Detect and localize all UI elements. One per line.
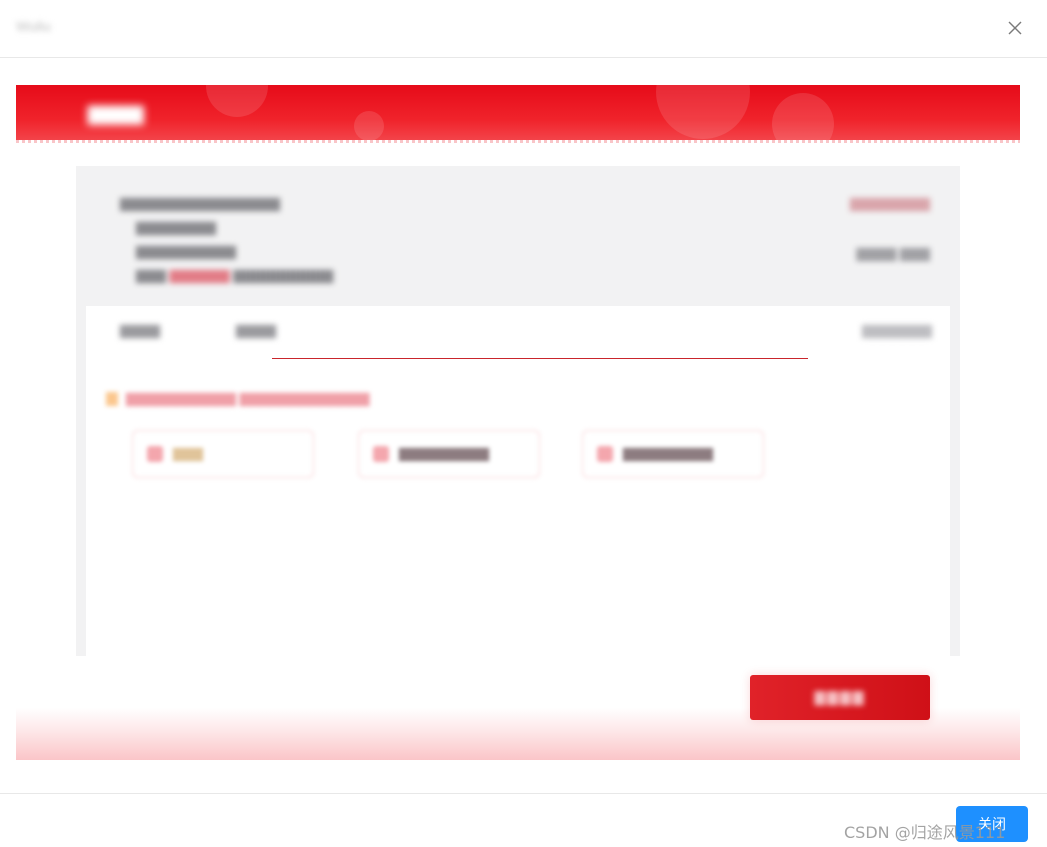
header-banner: ▇▇▇▇ (16, 85, 1020, 143)
dialog-header: Wuliu (0, 0, 1047, 58)
order-info-text: ▇▇▇ (136, 268, 166, 283)
payment-tabs-card: ▇▇▇▇ ▇▇▇▇ ▇▇▇▇▇▇▇ ▇▇▇▇▇▇▇▇▇▇▇ ▇▇▇▇▇▇▇▇▇▇… (86, 306, 950, 656)
dialog-body: ▇▇▇▇ ▇▇▇▇▇▇▇▇▇▇▇▇▇▇▇▇ ▇▇▇▇▇▇▇▇ ▇▇▇▇▇▇▇▇▇… (0, 58, 1047, 793)
option-card-3[interactable]: ▇▇▇▇▇▇▇▇▇ (582, 430, 764, 478)
submit-button[interactable]: ▇▇▇▇ (750, 675, 930, 720)
banner-title: ▇▇▇▇ (88, 104, 144, 124)
order-panel: ▇▇▇▇▇▇▇▇▇▇▇▇▇▇▇▇ ▇▇▇▇▇▇▇▇ ▇▇▇▇▇▇▇▇▇▇ ▇▇▇… (76, 166, 960, 656)
close-icon (1008, 21, 1022, 35)
order-info-line: ▇▇▇▇▇▇▇▇▇▇▇▇▇▇▇▇ (120, 196, 280, 211)
order-amount: ▇▇▇▇▇▇▇▇ ▇▇▇▇ ▇▇▇ (760, 192, 930, 266)
submit-label: ▇▇▇▇ (814, 689, 866, 705)
banner-decoration (656, 85, 750, 139)
active-tab-indicator (272, 358, 808, 359)
watermark: CSDN @归途风景111 (844, 823, 1006, 842)
tab-extra[interactable]: ▇▇▇▇▇▇▇ (862, 320, 932, 342)
order-info: ▇▇▇▇▇▇▇▇▇▇▇▇▇▇▇▇ ▇▇▇▇▇▇▇▇ ▇▇▇▇▇▇▇▇▇▇ ▇▇▇… (120, 192, 520, 288)
notice-line: ▇▇▇▇▇▇▇▇▇▇▇ ▇▇▇▇▇▇▇▇▇▇▇▇▇ (106, 390, 370, 408)
close-button[interactable] (1002, 15, 1028, 41)
order-info-line: ▇▇▇ ▇▇▇▇▇▇ ▇▇▇▇▇▇▇▇▇▇ (120, 264, 520, 288)
notice-icon (106, 392, 118, 406)
option-card-2[interactable]: ▇▇▇▇▇▇▇▇▇ (358, 430, 540, 478)
option-label: ▇▇▇▇▇▇▇▇▇ (399, 446, 489, 461)
option-radio-icon (597, 446, 613, 462)
option-radio-icon (147, 446, 163, 462)
banner-decoration (206, 85, 268, 117)
option-label: ▇▇▇ (173, 446, 203, 461)
order-amount-note: ▇▇▇▇ ▇▇▇ (856, 246, 930, 261)
tabs-bar: ▇▇▇▇ ▇▇▇▇ ▇▇▇▇▇▇▇ (86, 306, 950, 361)
order-info-text: ▇▇▇▇▇▇▇▇▇▇ (233, 268, 334, 283)
order-amount-value: ▇▇▇▇▇▇▇▇ (850, 196, 930, 211)
notice-text: ▇▇▇▇▇▇▇▇▇▇▇ ▇▇▇▇▇▇▇▇▇▇▇▇▇ (126, 391, 370, 406)
tab-second[interactable]: ▇▇▇▇ (236, 320, 276, 342)
dialog: Wuliu ▇▇▇▇ ▇▇▇▇▇▇▇▇▇▇▇▇▇▇▇▇ ▇▇▇▇▇▇▇▇ ▇▇▇… (0, 0, 1047, 847)
banner-decoration (354, 111, 384, 141)
option-radio-icon (373, 446, 389, 462)
option-label: ▇▇▇▇▇▇▇▇▇ (623, 446, 713, 461)
banner-decoration (772, 93, 834, 143)
order-info-line: ▇▇▇▇▇▇▇▇▇▇ (136, 244, 236, 259)
dialog-footer: 关闭 CSDN @归途风景111 (0, 793, 1047, 847)
option-card-1[interactable]: ▇▇▇ (132, 430, 314, 478)
tab-first[interactable]: ▇▇▇▇ (120, 320, 160, 342)
order-info-highlight: ▇▇▇▇▇▇ (169, 268, 230, 283)
order-info-line: ▇▇▇▇▇▇▇▇ (136, 220, 216, 235)
dialog-title: Wuliu (16, 18, 51, 34)
